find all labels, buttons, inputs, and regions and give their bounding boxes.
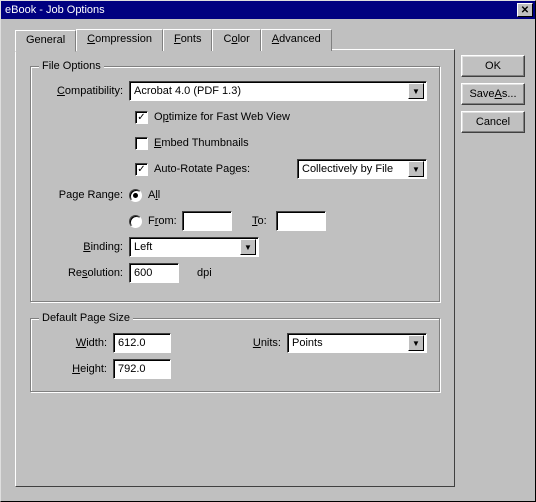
autorotate-checkbox[interactable]: ✓	[135, 163, 148, 176]
all-radio[interactable]	[129, 189, 142, 202]
window-title: eBook - Job Options	[5, 4, 105, 16]
tab-fonts[interactable]: Fonts	[163, 29, 213, 51]
from-label: From:	[148, 215, 182, 227]
group-legend: File Options	[39, 60, 104, 72]
autorotate-select[interactable]: Collectively by File ▼	[297, 159, 427, 179]
resolution-input[interactable]: 600	[129, 263, 179, 283]
chevron-down-icon: ▼	[240, 239, 256, 255]
tab-color[interactable]: Color	[212, 29, 260, 51]
from-input[interactable]	[182, 211, 232, 231]
compat-select[interactable]: Acrobat 4.0 (PDF 1.3) ▼	[129, 81, 427, 101]
group-legend: Default Page Size	[39, 312, 133, 324]
binding-select[interactable]: Left ▼	[129, 237, 259, 257]
embed-checkbox[interactable]	[135, 137, 148, 150]
chevron-down-icon: ▼	[408, 161, 424, 177]
binding-label: Binding:	[43, 241, 129, 253]
width-input[interactable]: 612.0	[113, 333, 171, 353]
width-label: Width:	[43, 337, 113, 349]
optimize-label: Optimize for Fast Web View	[154, 111, 290, 123]
cancel-button[interactable]: Cancel	[461, 111, 525, 133]
dpi-label: dpi	[197, 267, 212, 279]
chevron-down-icon: ▼	[408, 83, 424, 99]
height-label: Height:	[43, 363, 113, 375]
tab-general[interactable]: General	[15, 30, 76, 52]
units-select[interactable]: Points ▼	[287, 333, 427, 353]
tabstrip: General Compression Fonts Color Advanced	[15, 29, 332, 51]
tab-compression[interactable]: Compression	[76, 29, 163, 51]
resolution-label: Resolution:	[43, 267, 129, 279]
ok-button[interactable]: OK	[461, 55, 525, 77]
to-label: To:	[252, 215, 276, 227]
to-input[interactable]	[276, 211, 326, 231]
save-as-button[interactable]: Save As...	[461, 83, 525, 105]
compat-label: Compatibility:	[43, 85, 129, 97]
autorotate-label: Auto-Rotate Pages:	[154, 163, 274, 175]
optimize-checkbox[interactable]: ✓	[135, 111, 148, 124]
titlebar: eBook - Job Options ✕	[1, 1, 535, 19]
group-page-size: Default Page Size Width: 612.0 Units: Po…	[30, 318, 440, 392]
window: eBook - Job Options ✕ General Compressio…	[0, 0, 536, 502]
from-radio[interactable]	[129, 215, 142, 228]
tab-advanced[interactable]: Advanced	[261, 29, 332, 51]
chevron-down-icon: ▼	[408, 335, 424, 351]
group-file-options: File Options Compatibility: Acrobat 4.0 …	[30, 66, 440, 302]
pagerange-label: Page Range:	[43, 189, 129, 201]
tab-panel-general: File Options Compatibility: Acrobat 4.0 …	[15, 49, 455, 487]
close-icon[interactable]: ✕	[517, 3, 533, 17]
units-label: Units:	[253, 337, 287, 349]
all-label: All	[148, 189, 160, 201]
height-input[interactable]: 792.0	[113, 359, 171, 379]
embed-label: Embed Thumbnails	[154, 137, 249, 149]
